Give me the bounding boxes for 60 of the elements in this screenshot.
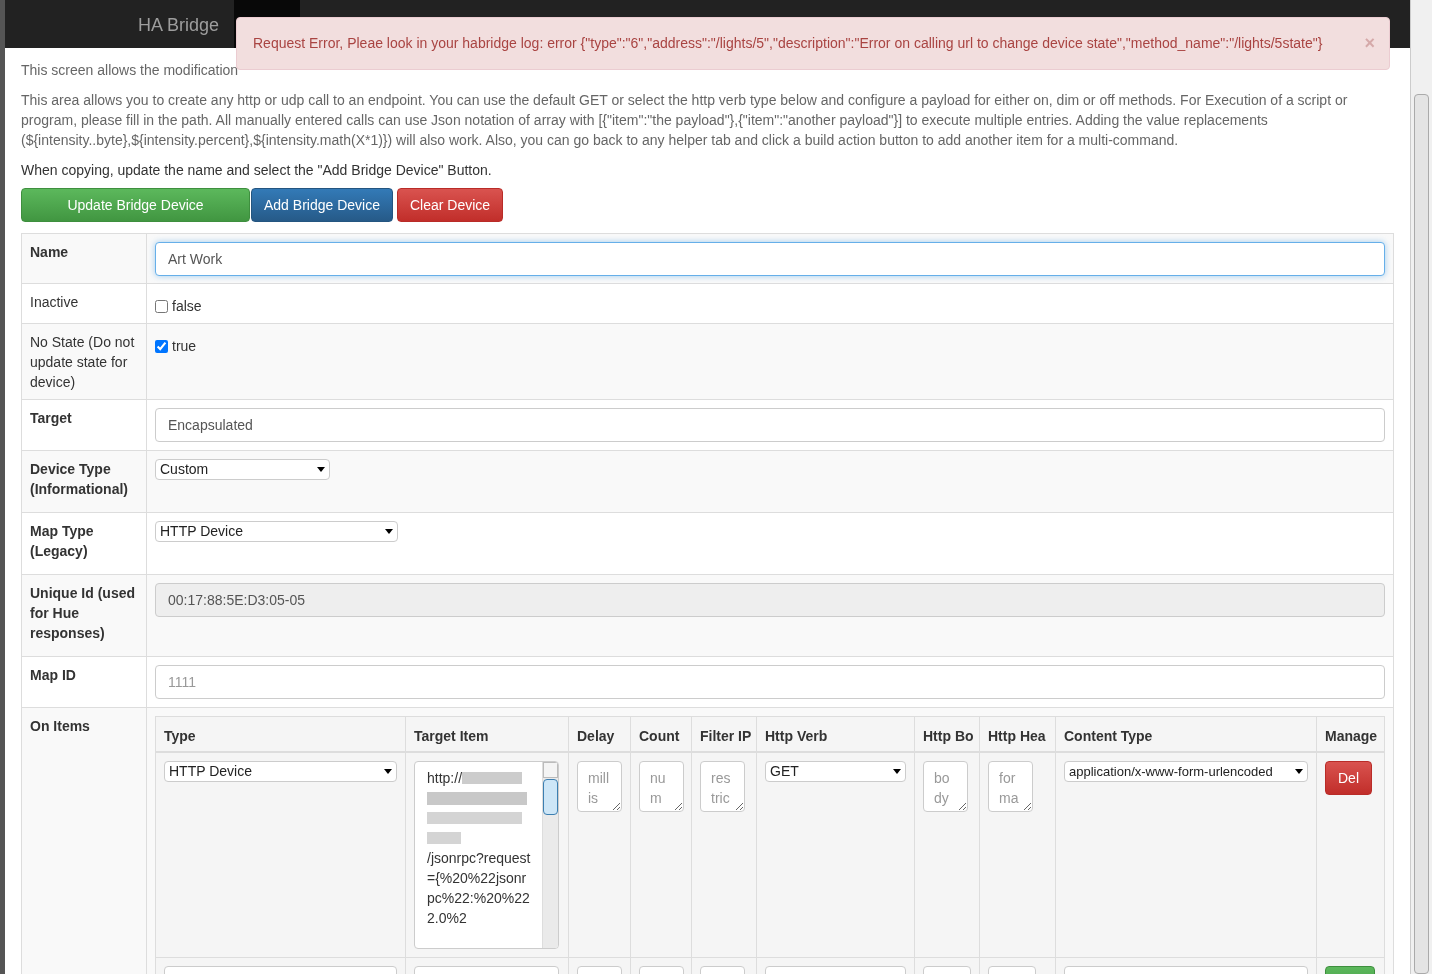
column-header: Count: [639, 728, 680, 744]
field-label: Map Type (Legacy): [30, 522, 95, 561]
text-field[interactable]: Art Work: [155, 242, 1385, 276]
field-text: /jsonrpc?request={%20%22jsonrpc%22:%20%222.0%2: [427, 849, 531, 928]
scrollbar[interactable]: [1410, 0, 1432, 974]
caret-icon: [317, 467, 325, 472]
column-header: Content Type: [1064, 728, 1153, 744]
dropdown[interactable]: HTTP Device: [164, 761, 397, 782]
dropdown[interactable]: GET: [765, 761, 906, 782]
checkbox-label: true: [172, 337, 197, 356]
checkbox[interactable]: [155, 300, 168, 313]
column-header: Target Item: [414, 728, 489, 744]
column-header: Delay: [577, 728, 615, 744]
text-field[interactable]: 1111: [155, 665, 1385, 699]
alert-message: Request Error, Pleae look in your habridge log: error {"type":"6","address":"/lights/5","description":"Error on calling url to change device state","method_name":"/lights/5state"}: [253, 34, 1324, 53]
checkbox-label: false: [172, 297, 202, 316]
brand-link[interactable]: HA Bridge: [5, 0, 235, 39]
blurred-text: [462, 772, 523, 784]
field-text: http://: [427, 769, 463, 788]
field-label: Unique Id (used for Hue responses): [30, 584, 136, 643]
target-item-field[interactable]: http:// /jsonrpc?request={%20%22jsonrpc%22:%20%222.0%2: [414, 761, 559, 949]
column-header: Type: [164, 728, 196, 744]
caret-icon: [893, 769, 901, 774]
field-label: No State (Do not update state for device): [30, 333, 136, 392]
field-label: Name: [30, 243, 70, 262]
field-label: Target: [30, 409, 73, 428]
text-field[interactable]: Encapsulated: [155, 408, 1385, 442]
caret-icon: [385, 529, 393, 534]
text-area[interactable]: body: [923, 761, 968, 812]
dropdown[interactable]: HTTP Device: [155, 521, 398, 542]
scrollbar-thumb[interactable]: [1414, 94, 1429, 974]
action-button[interactable]: Clear Device: [396, 188, 504, 222]
field-label: On Items: [30, 718, 90, 734]
field-label: Map ID: [30, 666, 77, 685]
caret-icon: [384, 769, 392, 774]
read-only-field[interactable]: 00:17:88:5E:D3:05-05: [155, 583, 1385, 617]
dropdown[interactable]: application/x-www-form-urlencoded: [1064, 761, 1308, 782]
dropdown[interactable]: Custom: [155, 459, 330, 480]
scroll-up-button[interactable]: [543, 762, 558, 778]
scrollbar-thumb[interactable]: [543, 779, 558, 815]
caret-icon: [1295, 769, 1303, 774]
column-header: Http Hea: [988, 728, 1046, 744]
column-header: Http Bo: [923, 728, 974, 744]
scrollbar[interactable]: [542, 762, 558, 948]
blurred-text: [427, 832, 461, 844]
checkbox[interactable]: [155, 340, 168, 353]
text-area[interactable]: millis: [577, 761, 622, 812]
copy-note: When copying, update the name and select the "Add Bridge Device" Button.: [21, 161, 493, 180]
field-label: Inactive: [30, 293, 80, 312]
text-area[interactable]: restric: [700, 761, 745, 812]
intro-text: This area allows you to create any http or udp call to an endpoint. You can use the default GET or select the http verb type below and configure a payload for either on, dim or off methods. For Execution of a script or program, please fill in the path. All manually entered calls can use Json notation of array with [{"item":"the payload"},{"item":"another payload"}] to execute multiple entries. Adding the value replacements (${intensity..byte},${intensity.percent},${intensity.math(X*1)}) will also work. Also, you can go back to any helper tab and click a build action button to add another item for a multi-command.: [21, 91, 1349, 150]
intro-text: This screen allows the modification: [21, 61, 240, 80]
delete-button[interactable]: Del: [1325, 761, 1372, 795]
text-area[interactable]: num: [639, 761, 684, 812]
column-header: Filter IP: [700, 728, 752, 744]
field-label: Device Type (Informational): [30, 460, 129, 499]
action-button[interactable]: Add Bridge Device: [251, 188, 393, 222]
column-header: Manage: [1325, 728, 1378, 744]
column-header: Http Verb: [765, 728, 828, 744]
text-area[interactable]: forma: [988, 761, 1033, 812]
